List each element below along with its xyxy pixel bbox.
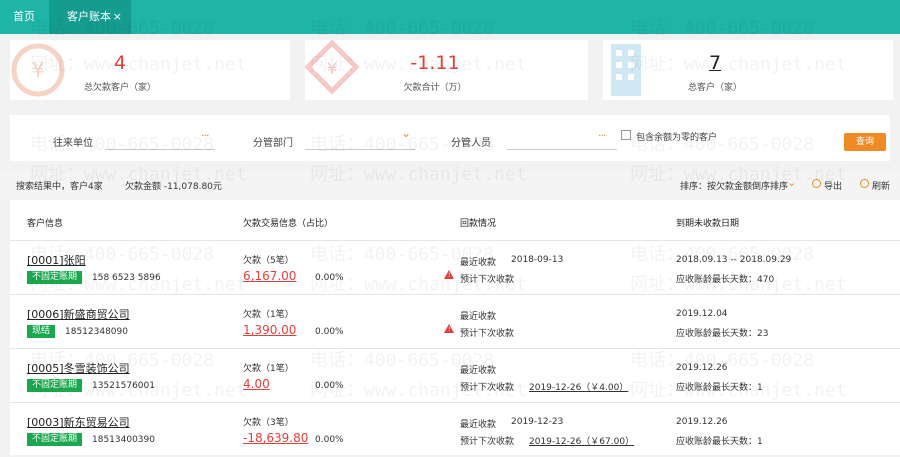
debt-amount[interactable]: 4.00 bbox=[243, 377, 270, 391]
filter-bar: 往来单位 ··· 分管部门 ⌄ 分管人员 ··· 包含余额为零的客户 查询 bbox=[10, 115, 890, 161]
debt-percent: 0.00% bbox=[315, 435, 344, 445]
next-receipt-label: 预计下次收款 bbox=[460, 437, 515, 447]
debt-percent: 0.00% bbox=[315, 327, 344, 337]
header-debt: 欠款交易信息（占比） bbox=[243, 219, 334, 229]
customer-name[interactable]: [0003]新东贸易公司 bbox=[27, 414, 130, 430]
dept-label: 分管部门 bbox=[253, 138, 293, 149]
staff-input[interactable] bbox=[507, 149, 617, 150]
export-button[interactable]: 导出 bbox=[824, 179, 842, 192]
debt-label: 欠款（3笔） bbox=[243, 418, 294, 428]
debt-percent: 0.00% bbox=[315, 273, 344, 283]
next-receipt-label: 预计下次收款 bbox=[460, 329, 515, 339]
next-receipt-label: 预计下次收款 bbox=[460, 275, 515, 285]
sort-dropdown[interactable]: 排序：按欠款金额倒序排序 bbox=[680, 179, 788, 192]
status-badge: 不固定账期 bbox=[27, 379, 83, 392]
last-receipt-label: 最近收款 bbox=[460, 312, 497, 322]
customer-total[interactable]: 7 bbox=[615, 52, 815, 74]
sort-chevron-icon[interactable]: ⌄ bbox=[787, 176, 796, 189]
dept-select[interactable] bbox=[305, 149, 415, 150]
debt-amount[interactable]: -18,639.80 bbox=[243, 431, 308, 445]
header-payment: 回款情况 bbox=[460, 219, 497, 229]
debt-label: 欠款（1笔） bbox=[243, 364, 294, 374]
zero-balance-label: 包含余额为零的客户 bbox=[636, 133, 718, 143]
last-receipt-label: 最近收款 bbox=[460, 420, 497, 430]
status-badge: 现结 bbox=[27, 325, 56, 338]
table-row[interactable]: [0006]新盛商贸公司 现结 18512348090 欠款（1笔） 1,390… bbox=[10, 296, 900, 349]
header-due: 到期未收款日期 bbox=[676, 219, 740, 229]
debt-amount[interactable]: 6,167.00 bbox=[243, 269, 296, 283]
warning-icon: ! bbox=[444, 324, 454, 333]
debt-percent: 0.00% bbox=[315, 381, 344, 391]
unit-input[interactable] bbox=[105, 149, 215, 150]
results-summary: 搜索结果中，客户4家 bbox=[16, 182, 103, 192]
customer-total-label: 总客户（家） bbox=[687, 83, 742, 93]
age-days: 应收账龄最长天数：23 bbox=[676, 329, 769, 339]
header-customer: 客户信息 bbox=[27, 219, 64, 229]
customer-phone: 18512348090 bbox=[65, 327, 128, 337]
next-receipt-label: 预计下次收款 bbox=[460, 383, 515, 393]
unit-picker-icon[interactable]: ··· bbox=[201, 129, 209, 142]
tab-customer-ledger-label: 客户账本 bbox=[67, 10, 111, 23]
tab-customer-ledger[interactable]: 客户账本 × bbox=[49, 0, 131, 34]
status-badge: 不固定账期 bbox=[27, 433, 83, 446]
debt-label: 欠款（1笔） bbox=[243, 310, 294, 320]
age-days: 应收账龄最长天数：1 bbox=[676, 383, 763, 393]
status-badge: 不固定账期 bbox=[27, 271, 83, 284]
staff-picker-icon[interactable]: ··· bbox=[598, 129, 606, 142]
table-row[interactable]: [0001]张阳 不固定账期 158 6523 5896 欠款（5笔） 6,16… bbox=[10, 242, 900, 295]
debt-total: -1.11 bbox=[410, 52, 460, 74]
table-row[interactable]: [0005]冬雪装饰公司 不固定账期 13521576001 欠款（1笔） 4.… bbox=[10, 350, 900, 403]
last-receipt-date: 2019-12-23 bbox=[511, 417, 564, 427]
debt-label: 欠款（5笔） bbox=[243, 256, 294, 266]
zero-balance-checkbox[interactable] bbox=[621, 130, 631, 140]
chevron-down-icon[interactable]: ⌄ bbox=[401, 126, 411, 140]
staff-label: 分管人员 bbox=[451, 138, 491, 149]
due-range: 2019.12.26 bbox=[676, 417, 728, 427]
debtor-label: 总欠款客户（家） bbox=[83, 83, 156, 93]
tab-home[interactable]: 首页 bbox=[0, 0, 48, 34]
age-days: 应收账龄最长天数：470 bbox=[676, 275, 775, 285]
customer-phone: 18513400390 bbox=[92, 435, 155, 445]
customer-name[interactable]: [0006]新盛商贸公司 bbox=[27, 306, 130, 322]
tab-bar: 首页 客户账本 × bbox=[0, 0, 900, 34]
due-range: 2019.12.04 bbox=[676, 309, 728, 319]
due-range: 2018.09.13 -- 2018.09.29 bbox=[676, 255, 792, 265]
next-receipt-value[interactable]: 2019-12-26（￥67.00） bbox=[529, 434, 634, 447]
refresh-button[interactable]: 刷新 bbox=[872, 179, 890, 192]
debt-amount[interactable]: 1,390.00 bbox=[243, 323, 296, 337]
card-total-customers: 7 总客户（家） bbox=[603, 40, 893, 100]
debtor-count: 4 bbox=[113, 52, 127, 74]
debt-total-label: 欠款合计（万） bbox=[403, 83, 467, 93]
results-bar: 搜索结果中，客户4家 欠款金额 -11,078.80元 排序：按欠款金额倒序排序… bbox=[0, 170, 900, 200]
customer-phone: 13521576001 bbox=[92, 381, 155, 391]
customer-name[interactable]: [0001]张阳 bbox=[27, 252, 86, 268]
results-amount: 欠款金额 -11,078.80元 bbox=[125, 182, 222, 192]
customer-name[interactable]: [0005]冬雪装饰公司 bbox=[27, 360, 130, 376]
unit-label: 往来单位 bbox=[53, 138, 93, 149]
last-receipt-label: 最近收款 bbox=[460, 258, 497, 268]
card-debtor-customers: ¥ 4 总欠款客户（家） bbox=[10, 40, 290, 100]
refresh-icon[interactable] bbox=[860, 179, 869, 188]
next-receipt-value[interactable]: 2019-12-26（￥4.00） bbox=[529, 380, 628, 393]
customer-table: 客户信息 欠款交易信息（占比） 回款情况 到期未收款日期 [0001]张阳 不固… bbox=[10, 200, 900, 455]
age-days: 应收账龄最长天数：1 bbox=[676, 437, 763, 447]
close-icon[interactable]: × bbox=[113, 0, 122, 34]
last-receipt-label: 最近收款 bbox=[460, 366, 497, 376]
last-receipt-date: 2018-09-13 bbox=[511, 255, 564, 265]
warning-icon: ! bbox=[444, 270, 454, 279]
due-range: 2019.12.26 bbox=[676, 363, 728, 373]
export-icon[interactable] bbox=[812, 179, 821, 188]
query-button[interactable]: 查询 bbox=[844, 133, 886, 151]
table-row[interactable]: [0003]新东贸易公司 不固定账期 18513400390 欠款（3笔） -1… bbox=[10, 404, 900, 457]
card-debt-total: ¥ -1.11 欠款合计（万） bbox=[305, 40, 588, 100]
customer-phone: 158 6523 5896 bbox=[92, 273, 161, 283]
